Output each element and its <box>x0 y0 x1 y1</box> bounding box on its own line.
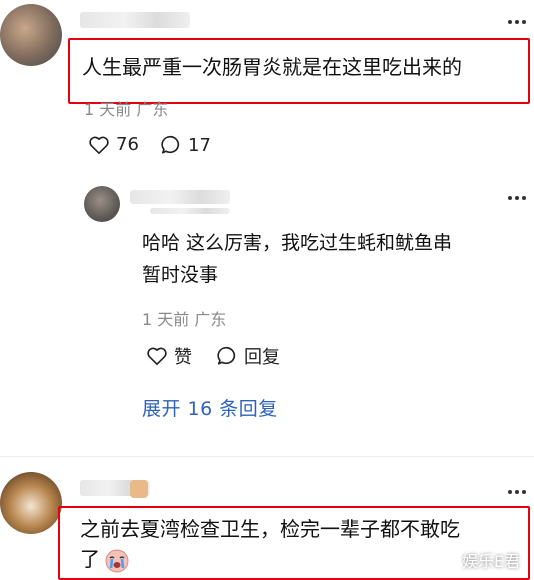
username-blurred[interactable] <box>130 190 230 204</box>
like-label: 赞 <box>174 347 192 368</box>
watermark: 娱乐E君 <box>462 552 521 571</box>
heart-icon <box>147 347 167 365</box>
like-count: 76 <box>116 134 139 155</box>
reply-label: 回复 <box>244 347 280 368</box>
avatar[interactable] <box>0 4 62 66</box>
avatar[interactable] <box>0 472 62 534</box>
username-blurred[interactable] <box>80 12 190 28</box>
comment-meta: 1 天前 广东 <box>84 100 169 119</box>
like-button[interactable]: 76 <box>88 134 139 155</box>
reply-button[interactable]: 回复 <box>216 343 280 369</box>
divider <box>0 456 534 457</box>
avatar[interactable] <box>84 186 120 222</box>
comment-text-line2: 了 <box>80 547 100 571</box>
reply-text-line1: 哈哈 这么厉害，我吃过生蚝和鱿鱼串 <box>142 232 453 254</box>
reply-meta: 1 天前 广东 <box>142 310 227 329</box>
heart-icon <box>89 136 109 154</box>
comment-bubble-icon <box>161 135 180 154</box>
more-icon[interactable] <box>508 196 526 200</box>
more-icon[interactable] <box>508 20 526 24</box>
comment-text: 人生最严重一次肠胃炎就是在这里吃出来的 <box>82 55 462 79</box>
reply-text-line2: 暂时没事 <box>142 264 219 286</box>
badge-icon <box>130 480 148 498</box>
username-blurred <box>150 208 230 214</box>
like-button[interactable]: 赞 <box>146 343 192 369</box>
comment-text-line1: 之前去夏湾检查卫生，检完一辈子都不敢吃 <box>80 517 460 541</box>
more-icon[interactable] <box>508 490 526 494</box>
comment-bubble-icon <box>217 346 236 365</box>
expand-replies-link[interactable]: 展开 16 条回复 <box>142 394 278 421</box>
crying-emoji-icon <box>104 548 130 574</box>
reply-count: 17 <box>188 134 211 156</box>
reply-button[interactable]: 17 <box>160 134 211 156</box>
